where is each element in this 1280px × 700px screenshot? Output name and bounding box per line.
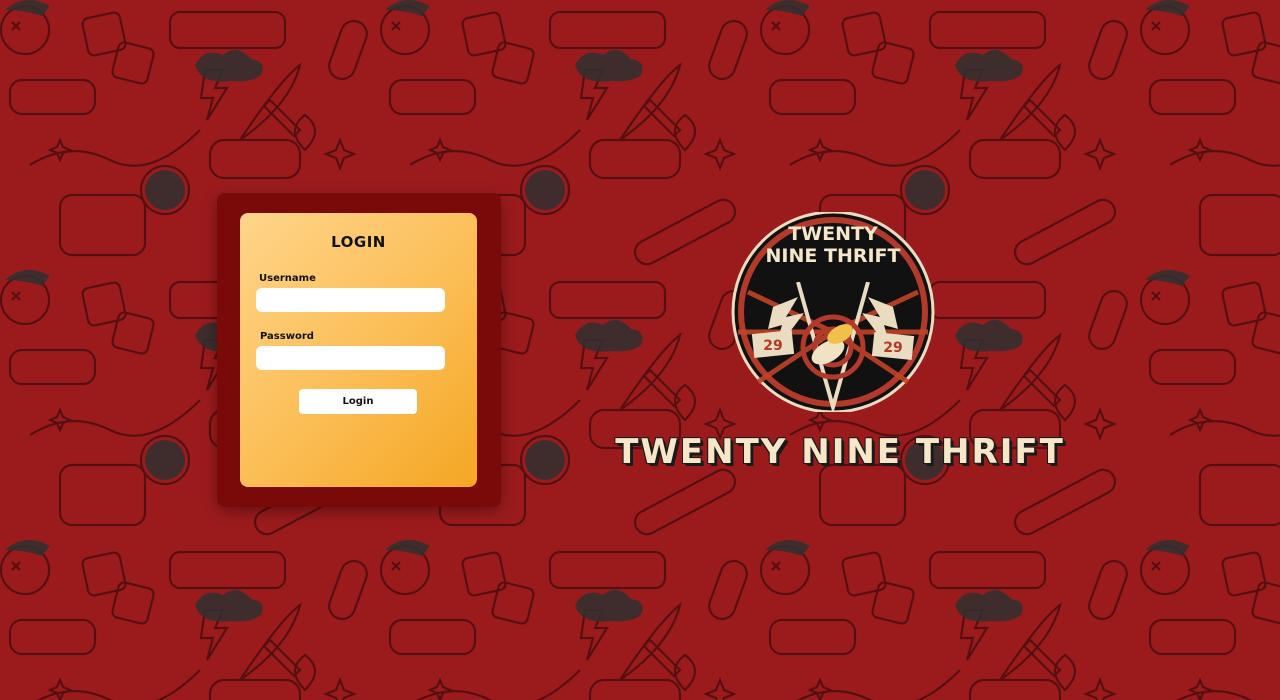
username-label: Username — [259, 273, 316, 284]
brand-logo: 29 29 TWENTY NINE THRIFT — [731, 212, 935, 412]
login-button[interactable]: Login — [299, 389, 417, 414]
password-label: Password — [260, 331, 314, 342]
logo-text-line1: TWENTY — [788, 223, 878, 245]
logo-badge-left: 29 — [763, 338, 782, 354]
login-panel: LOGIN Username Password Login — [217, 193, 501, 507]
doodle-background-pattern — [0, 0, 1280, 700]
username-input[interactable] — [256, 288, 445, 312]
password-input[interactable] — [256, 346, 445, 370]
login-title: LOGIN — [331, 233, 386, 251]
brand-name-heading: TWENTY NINE THRIFT — [615, 432, 1065, 472]
logo-badge-right: 29 — [883, 340, 902, 356]
login-card: LOGIN Username Password Login — [240, 213, 477, 487]
logo-text-line2: NINE THRIFT — [766, 245, 901, 267]
